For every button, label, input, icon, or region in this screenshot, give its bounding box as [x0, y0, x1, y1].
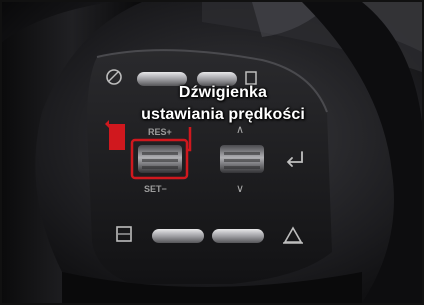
speed-lever	[130, 138, 189, 180]
steering-wheel-photo: RES+ ∧ SET− ∨	[2, 2, 422, 303]
right-roller	[220, 145, 264, 173]
res-label: RES+	[148, 127, 172, 137]
callout-marker	[109, 124, 125, 150]
callout-line-1: Dźwigienka	[178, 84, 268, 101]
bottom-right-pill	[212, 229, 264, 243]
bottom-left-pill	[152, 229, 204, 243]
callout-line-2: ustawiania prędkości	[141, 106, 305, 123]
speed-lever-callout: Dźwigienka ustawiania prędkości	[128, 82, 318, 126]
down-arrow-label: ∨	[236, 183, 244, 195]
photo-frame: RES+ ∧ SET− ∨ Dźwigienka ustawiania pręd…	[0, 0, 424, 305]
set-label: SET−	[144, 184, 167, 194]
